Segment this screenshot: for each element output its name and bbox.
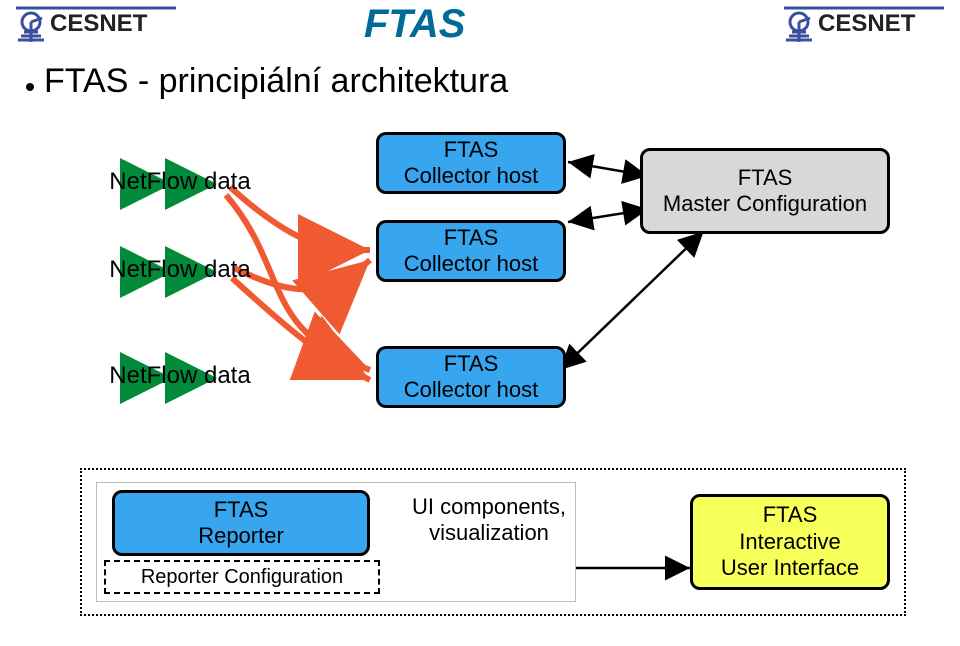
reporter-configuration-label: Reporter Configuration <box>141 566 343 589</box>
collector-host-box-1: FTAS Collector host <box>376 132 566 194</box>
master-line1: FTAS <box>738 165 793 190</box>
collector-host-box-3: FTAS Collector host <box>376 346 566 408</box>
collector-3-line1: FTAS <box>444 351 499 376</box>
collector-2-line1: FTAS <box>444 225 499 250</box>
collector-host-box-2: FTAS Collector host <box>376 220 566 282</box>
collector-2-line2: Collector host <box>404 251 539 276</box>
interactive-ui-box: FTAS Interactive User Interface <box>690 494 890 590</box>
uicomp-line1: UI components, <box>412 494 566 519</box>
netflow-label-3: NetFlow data <box>100 362 260 391</box>
interactive-line3: User Interface <box>721 555 859 580</box>
ui-components-label: UI components, visualization <box>398 494 580 547</box>
collector-1-line2: Collector host <box>404 163 539 188</box>
netflow-label-2: NetFlow data <box>100 256 260 285</box>
interactive-line2: Interactive <box>739 529 841 554</box>
reporter-box: FTAS Reporter <box>112 490 370 556</box>
collector-1-line1: FTAS <box>444 137 499 162</box>
reporter-configuration-box: Reporter Configuration <box>104 560 380 594</box>
collector-3-line2: Collector host <box>404 377 539 402</box>
netflow-label-1: NetFlow data <box>100 168 260 197</box>
reporter-line2: Reporter <box>198 523 284 548</box>
interactive-line1: FTAS <box>763 502 818 527</box>
master-configuration-box: FTAS Master Configuration <box>640 148 890 234</box>
uicomp-line2: visualization <box>429 520 549 545</box>
master-line2: Master Configuration <box>663 191 867 216</box>
reporter-line1: FTAS <box>214 497 269 522</box>
